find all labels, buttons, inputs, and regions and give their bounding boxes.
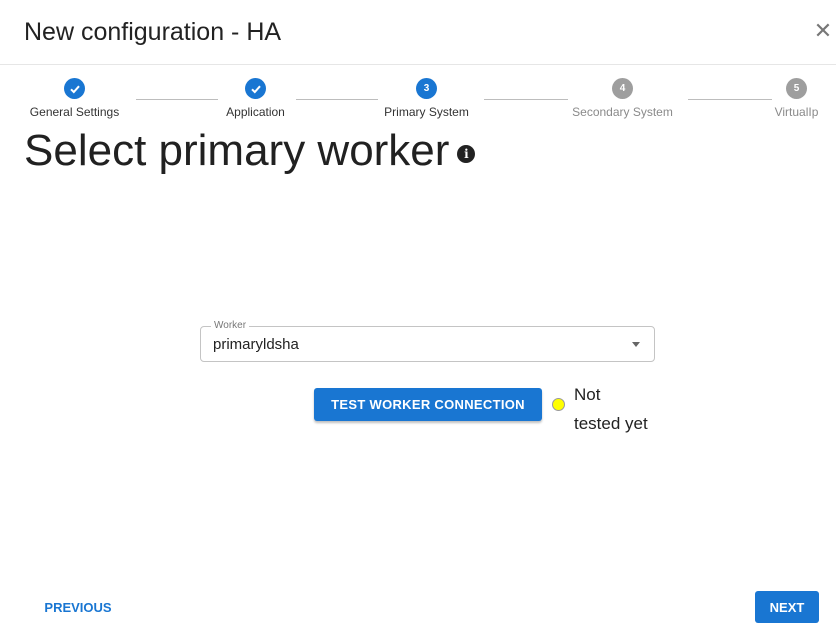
worker-select-label: Worker bbox=[211, 320, 250, 331]
step-number: 5 bbox=[786, 78, 807, 99]
next-button[interactable]: NEXT bbox=[755, 591, 819, 623]
test-worker-connection-button[interactable]: TEST WORKER CONNECTION bbox=[314, 388, 542, 421]
step-general-settings[interactable]: General Settings bbox=[30, 78, 119, 119]
step-primary-system[interactable]: 3 Primary System bbox=[384, 78, 469, 119]
dialog-title: New configuration - HA bbox=[24, 18, 282, 46]
step-virtualip[interactable]: 5 VirtualIp bbox=[775, 78, 818, 119]
connection-status-line2: tested yet bbox=[574, 414, 648, 433]
step-label: VirtualIp bbox=[774, 105, 819, 119]
dialog-header: New configuration - HA ✕ bbox=[0, 0, 836, 65]
check-icon bbox=[245, 78, 266, 99]
close-icon[interactable]: ✕ bbox=[812, 20, 834, 42]
connection-status: Not tested yet bbox=[574, 380, 664, 438]
info-icon[interactable]: i bbox=[457, 145, 476, 163]
step-application[interactable]: Application bbox=[226, 78, 285, 119]
stepper: General Settings Application 3 Primary S… bbox=[0, 78, 836, 124]
status-indicator-icon bbox=[552, 398, 565, 411]
step-number: 3 bbox=[416, 78, 437, 99]
check-icon bbox=[64, 78, 85, 99]
step-secondary-system[interactable]: 4 Secondary System bbox=[572, 78, 673, 119]
chevron-down-icon bbox=[632, 342, 640, 347]
worker-select-value: primaryldsha bbox=[213, 336, 299, 353]
step-label: General Settings bbox=[29, 105, 120, 119]
step-number: 4 bbox=[612, 78, 633, 99]
previous-button[interactable]: PREVIOUS bbox=[30, 593, 126, 621]
page-title: Select primary worker i bbox=[24, 126, 476, 176]
page-title-text: Select primary worker bbox=[24, 126, 450, 175]
step-label: Application bbox=[226, 105, 285, 119]
step-label: Secondary System bbox=[572, 105, 673, 119]
worker-select[interactable]: Worker primaryldsha bbox=[200, 320, 655, 362]
step-label: Primary System bbox=[384, 105, 469, 119]
connection-status-line1: Not bbox=[574, 385, 601, 404]
